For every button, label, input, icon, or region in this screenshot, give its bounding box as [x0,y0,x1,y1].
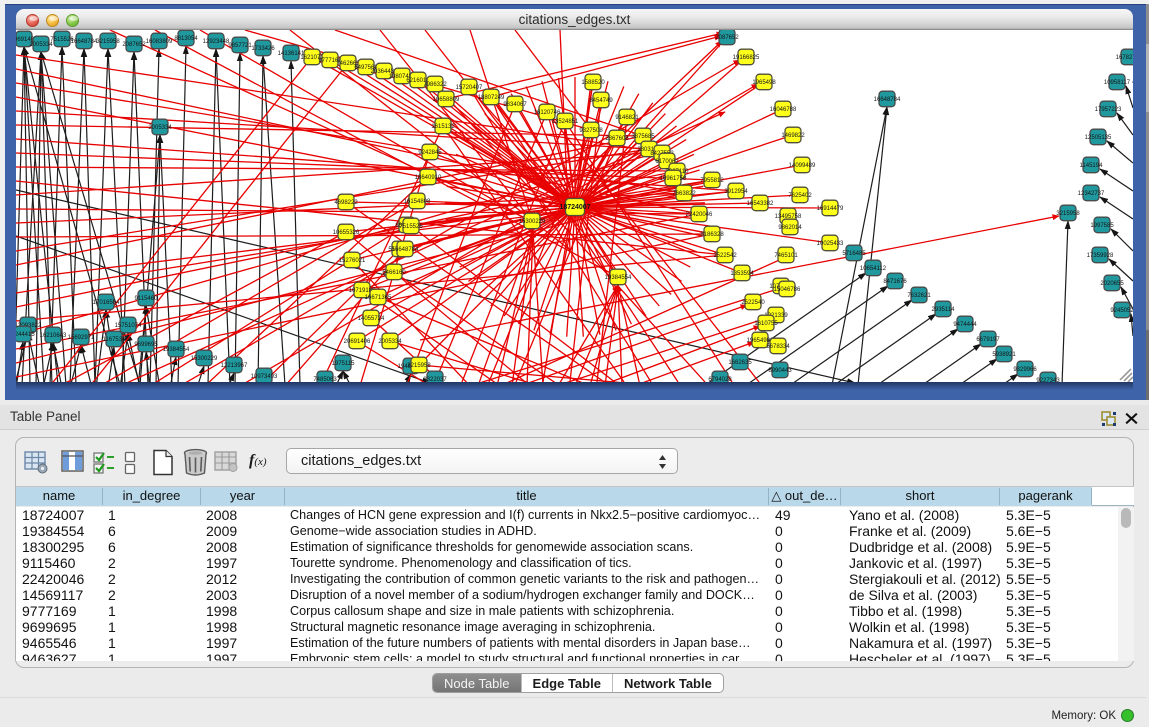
svg-text:16046788: 16046788 [770,107,797,113]
svg-text:1588520: 1588520 [581,80,605,86]
svg-text:6679197: 6679197 [976,337,1000,343]
svg-text:16210643: 16210643 [40,333,67,339]
svg-text:18640910: 18640910 [415,175,442,181]
svg-text:4698222: 4698222 [334,200,358,206]
svg-text:19166825: 19166825 [733,55,760,61]
svg-text:9857721: 9857721 [228,43,252,49]
svg-text:15300229: 15300229 [191,356,218,362]
svg-text:12505135: 12505135 [1085,135,1112,141]
svg-text:6466160: 6466160 [382,270,406,276]
svg-text:9327508: 9327508 [579,128,603,134]
svg-text:16782759: 16782759 [1116,55,1133,61]
svg-text:3215958: 3215958 [96,39,120,45]
svg-text:2522540: 2522540 [741,300,765,306]
svg-text:12342737: 12342737 [1078,191,1105,197]
svg-text:9242845: 9242845 [418,150,442,156]
svg-text:9329966: 9329966 [1013,367,1037,373]
svg-text:1615132: 1615132 [431,124,455,130]
svg-text:15692971: 15692971 [68,335,95,341]
svg-text:1145194: 1145194 [1080,163,1104,169]
svg-text:20691406: 20691406 [344,339,371,345]
svg-text:2005334: 2005334 [378,339,402,345]
svg-text:7515526: 7515526 [399,224,423,230]
svg-text:2867608: 2867608 [605,136,629,142]
svg-text:15046786: 15046786 [774,287,801,293]
svg-text:12923448: 12923448 [203,39,230,45]
svg-text:10658809: 10658809 [433,97,460,103]
svg-text:7663822: 7663822 [672,191,696,197]
svg-text:9834067: 9834067 [503,102,527,108]
svg-text:5716485: 5716485 [842,251,866,257]
svg-text:17016504: 17016504 [93,300,120,306]
svg-text:8471676: 8471676 [883,279,907,285]
svg-text:3215958: 3215958 [1056,211,1080,217]
svg-text:15276021: 15276021 [339,258,366,264]
svg-text:10025433: 10025433 [817,241,844,247]
svg-text:19384554: 19384554 [163,347,190,353]
svg-text:1975115: 1975115 [332,361,356,367]
svg-text:1610755: 1610755 [754,321,778,327]
svg-text:18807249: 18807249 [478,95,505,101]
svg-text:8454749: 8454749 [589,98,613,104]
svg-text:10958117: 10958117 [1104,80,1131,86]
svg-text:7986322: 7986322 [423,82,447,88]
svg-text:12213967: 12213967 [221,363,248,369]
svg-text:1733426: 1733426 [251,46,275,52]
svg-text:9699695: 9699695 [134,342,158,348]
svg-text:3912954: 3912954 [724,189,748,195]
svg-text:16083809: 16083809 [146,39,173,45]
svg-text:9115460: 9115460 [135,296,159,302]
svg-text:13524851: 13524851 [552,119,579,125]
svg-text:22420046: 22420046 [686,212,713,218]
svg-text:8813054: 8813054 [174,36,198,42]
svg-text:9862014: 9862014 [778,225,802,231]
svg-text:19384554: 19384554 [605,275,632,281]
svg-text:15720407: 15720407 [456,85,483,91]
svg-text:2522542: 2522542 [713,253,737,259]
svg-text:15300229: 15300229 [519,219,546,225]
svg-text:2935114: 2935114 [932,307,956,313]
svg-text:16543382: 16543382 [747,201,774,207]
svg-text:17957223: 17957223 [1095,107,1122,113]
svg-text:7625402: 7625402 [788,193,812,199]
svg-text:16914479: 16914479 [817,206,844,212]
svg-text:1244415: 1244415 [16,332,35,338]
svg-text:10961758: 10961758 [660,176,687,182]
svg-text:1353594: 1353594 [730,271,754,277]
svg-text:5938921: 5938921 [992,352,1016,358]
svg-text:10655326: 10655326 [333,230,360,236]
svg-text:14055724: 14055724 [358,316,385,322]
svg-text:1167534: 1167534 [103,337,127,343]
svg-text:16648784: 16648784 [874,97,901,103]
svg-text:10973493: 10973493 [251,374,278,380]
svg-text:2087652: 2087652 [715,35,739,41]
svg-text:9146821: 9146821 [615,115,639,121]
svg-text:5678334: 5678334 [766,344,790,350]
svg-text:16648784: 16648784 [392,247,419,253]
svg-text:9245052: 9245052 [1110,308,1133,314]
svg-text:16648784: 16648784 [71,39,98,45]
svg-text:8186328: 8186328 [700,232,724,238]
svg-text:7955812: 7955812 [700,178,724,184]
svg-text:1997585: 1997585 [1090,223,1114,229]
svg-text:14099489: 14099489 [789,163,816,169]
svg-text:16671365: 16671365 [365,295,392,301]
svg-text:2087652: 2087652 [122,42,146,48]
svg-text:10654112: 10654112 [860,266,887,272]
svg-text:18724007: 18724007 [559,204,590,211]
svg-text:1965498: 1965498 [752,80,776,86]
svg-text:7632621: 7632621 [907,293,931,299]
svg-text:3875685: 3875685 [631,134,655,140]
svg-text:7465101: 7465101 [774,253,798,259]
svg-text:9474444: 9474444 [953,322,977,328]
svg-text:15751074: 15751074 [115,323,142,329]
svg-text:17359928: 17359928 [1087,253,1114,259]
svg-text:3215958: 3215958 [407,363,431,369]
svg-text:1469822: 1469822 [781,133,805,139]
svg-text:1662635: 1662635 [728,360,752,366]
svg-text:8990443: 8990443 [768,368,792,374]
svg-text:2020655: 2020655 [1100,281,1124,287]
svg-text:2005334: 2005334 [148,125,172,131]
svg-text:16154808: 16154808 [404,199,431,205]
